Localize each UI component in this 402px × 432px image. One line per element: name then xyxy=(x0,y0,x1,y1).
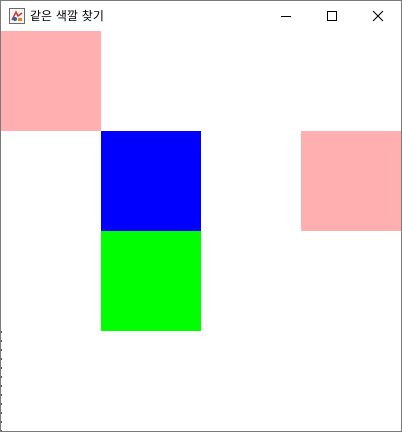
app-window: 같은 색깔 찾기 xyxy=(0,0,402,432)
close-icon xyxy=(372,7,384,26)
color-tile[interactable] xyxy=(1,31,101,131)
board-edge-marks xyxy=(1,331,2,431)
java-app-icon[interactable] xyxy=(9,8,25,24)
color-tile[interactable] xyxy=(101,231,201,331)
title-bar[interactable]: 같은 색깔 찾기 xyxy=(1,1,401,31)
minimize-button[interactable] xyxy=(263,1,309,31)
minimize-icon xyxy=(280,7,292,26)
color-tile[interactable] xyxy=(301,131,401,231)
window-title: 같은 색깔 찾기 xyxy=(30,9,104,23)
color-tile[interactable] xyxy=(101,131,201,231)
close-button[interactable] xyxy=(355,1,401,31)
maximize-button[interactable] xyxy=(309,1,355,31)
maximize-icon xyxy=(326,7,338,26)
game-board[interactable] xyxy=(1,31,401,431)
